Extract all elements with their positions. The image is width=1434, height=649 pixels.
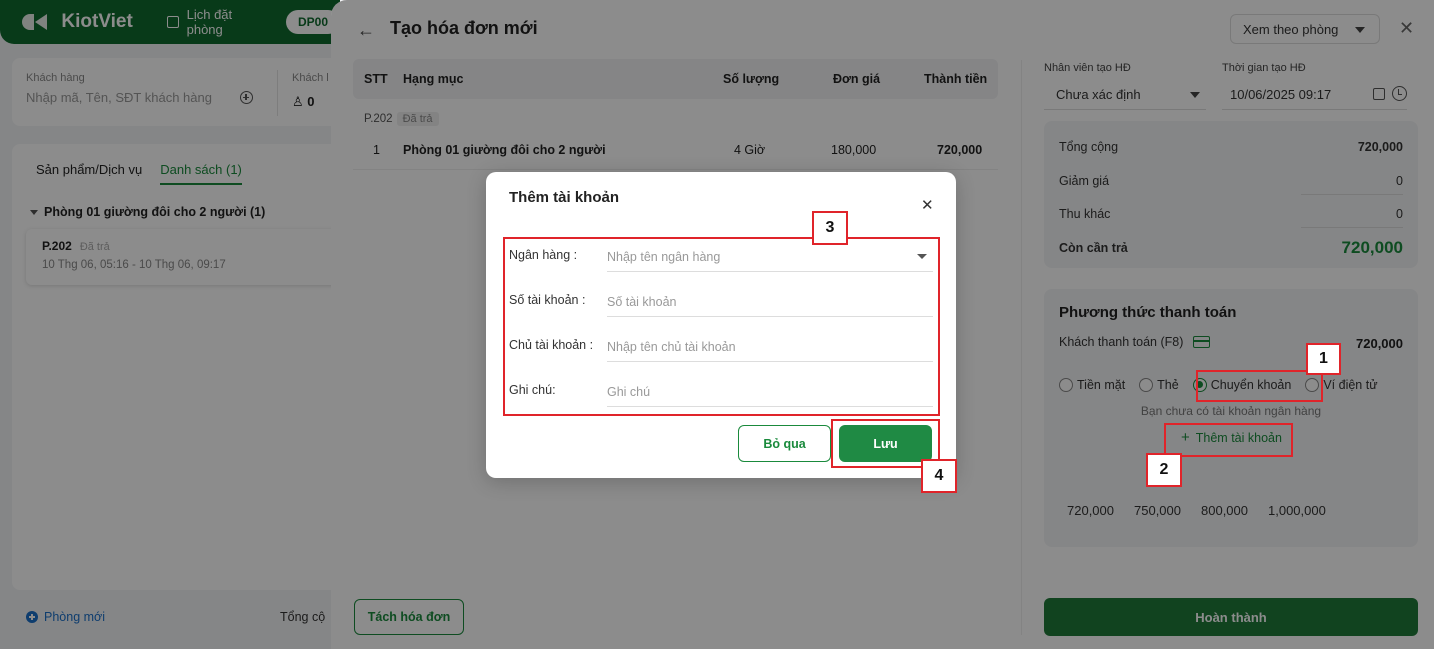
skip-button[interactable]: Bỏ qua [738,425,831,462]
annotation-badge-2: 2 [1146,453,1182,487]
close-modal-icon[interactable]: ✕ [921,196,934,214]
annotation-badge-3: 3 [812,211,848,245]
annotation-highlight-2 [1164,423,1293,457]
modal-title: Thêm tài khoản [509,189,620,206]
annotation-badge-4: 4 [921,459,957,493]
annotation-highlight-3 [503,237,940,416]
backdrop-left [0,0,340,649]
annotation-badge-1: 1 [1306,343,1341,375]
annotation-highlight-1 [1196,370,1323,402]
